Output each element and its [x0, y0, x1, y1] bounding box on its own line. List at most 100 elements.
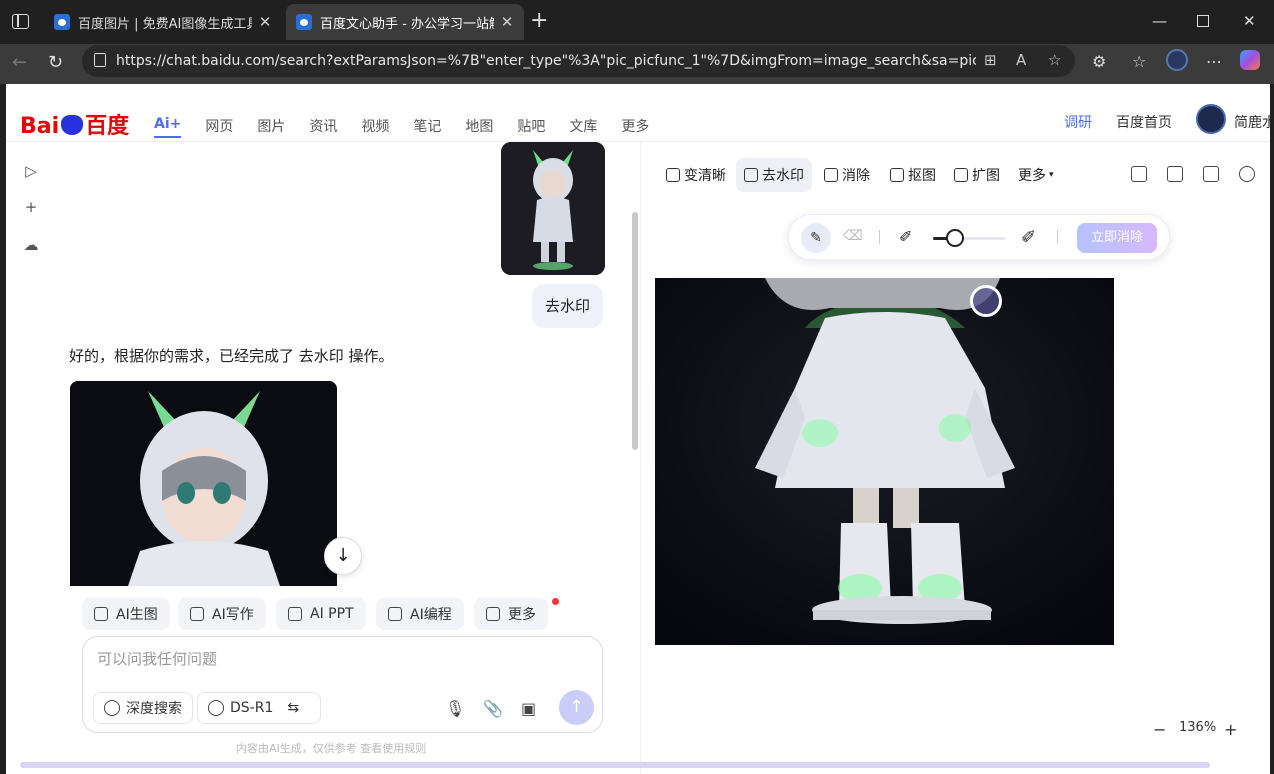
tool-enhance[interactable]: 变清晰	[666, 158, 726, 192]
profile-avatar[interactable]	[1166, 49, 1188, 71]
watermark-icon	[744, 168, 758, 182]
tool-watermark-remove[interactable]: 去水印	[736, 158, 812, 192]
web-page: Bai 百度 Ai+ 网页 图片 资讯 视频 笔记 地图 贴吧 文库 更多 调研 …	[6, 84, 1270, 774]
nav-notes[interactable]: 笔记	[413, 116, 441, 138]
panel-divider[interactable]	[640, 142, 641, 774]
survey-link[interactable]: 调研	[1064, 112, 1092, 132]
nav-tieba[interactable]: 贴吧	[517, 116, 545, 138]
favorite-star-icon[interactable]: ☆	[1048, 51, 1061, 69]
deep-search-toggle[interactable]: 深度搜索	[93, 692, 193, 724]
brush-size-slider[interactable]	[933, 229, 1005, 247]
zoom-out-icon[interactable]: −	[1153, 720, 1166, 739]
tool-cutout[interactable]: 抠图	[890, 158, 936, 192]
zoom-in-icon[interactable]: +	[1224, 720, 1237, 739]
result-image[interactable]	[70, 381, 337, 586]
favorites-icon[interactable]: ☆	[1132, 52, 1146, 71]
user-message-bubble: 去水印	[532, 284, 604, 328]
page-horizontal-scrollbar[interactable]	[20, 762, 1210, 768]
tab-close-icon[interactable]: ✕	[258, 13, 272, 31]
scroll-down-button[interactable]: ↓	[324, 537, 362, 575]
model-selector[interactable]: DS-R1 ⇆	[197, 692, 321, 724]
tab-actions-icon[interactable]	[12, 14, 29, 29]
send-button[interactable]: ↑	[559, 690, 594, 725]
nav-map[interactable]: 地图	[465, 116, 493, 138]
nav-news[interactable]: 资讯	[309, 116, 337, 138]
baidu-logo[interactable]: Bai 百度	[20, 108, 129, 140]
hd-icon	[666, 168, 680, 182]
read-aloud-icon[interactable]: A	[1016, 51, 1026, 69]
nav-video[interactable]: 视频	[361, 116, 389, 138]
attachment-icon[interactable]: 📎	[483, 699, 503, 718]
cloud-icon[interactable]: ☁	[22, 236, 40, 254]
tool-expand[interactable]: 扩图	[954, 158, 1000, 192]
nav-more[interactable]: 更多	[621, 116, 649, 138]
download-icon[interactable]	[1167, 166, 1183, 182]
nav-images[interactable]: 图片	[257, 116, 285, 138]
code-icon	[388, 607, 402, 621]
uploaded-image-thumbnail[interactable]	[501, 142, 605, 275]
microphone-icon[interactable]: 🎙	[445, 699, 465, 718]
ai-disclaimer: 内容由AI生成，仅供参考 查看使用规则	[236, 742, 427, 755]
baidu-home-link[interactable]: 百度首页	[1116, 112, 1172, 132]
new-tab-icon[interactable]: +	[530, 10, 548, 32]
more-actions-button[interactable]: 更多	[474, 598, 548, 630]
small-brush-icon: ✐	[899, 227, 913, 246]
address-bar[interactable]: https://chat.baidu.com/search?extParamsJ…	[82, 45, 1075, 77]
chat-input-placeholder[interactable]: 可以问我任何问题	[97, 648, 217, 669]
tool-erase[interactable]: 消除	[824, 158, 870, 192]
back-icon[interactable]: ←	[12, 52, 27, 74]
image-icon	[94, 607, 108, 621]
extensions-icon[interactable]: ⚙	[1092, 52, 1106, 71]
ai-coding-button[interactable]: AI编程	[376, 598, 464, 630]
nav-ai[interactable]: Ai+	[154, 116, 182, 138]
tab-title: 百度文心助手 - 办公学习一站解决	[320, 16, 494, 32]
brush-tool-icon[interactable]: ✎	[801, 223, 831, 253]
upload-icon[interactable]	[1239, 166, 1255, 182]
ai-ppt-button[interactable]: AI PPT	[276, 598, 366, 630]
baidu-favicon-icon	[54, 14, 70, 30]
eliminate-now-button[interactable]: 立即消除	[1077, 223, 1157, 253]
chat-input-box[interactable]: 可以问我任何问题 深度搜索 DS-R1 ⇆ 🎙 📎 ▣ ↑	[82, 636, 603, 733]
nav-web[interactable]: 网页	[205, 116, 233, 138]
assistant-reply: 好的，根据你的需求，已经完成了 去水印 操作。	[69, 347, 394, 365]
brush-cursor	[970, 285, 1002, 317]
maximize-icon[interactable]	[1197, 15, 1209, 27]
grid-icon	[486, 607, 500, 621]
refresh-icon[interactable]: ↻	[48, 52, 63, 74]
more-menu-icon[interactable]: ⋯	[1206, 52, 1222, 71]
cutout-icon	[890, 168, 904, 182]
edit-canvas[interactable]	[655, 278, 1114, 645]
user-name[interactable]: 简鹿水	[1234, 112, 1270, 132]
site-header: Bai 百度 Ai+ 网页 图片 资讯 视频 笔记 地图 贴吧 文库 更多 调研 …	[6, 84, 1270, 142]
copy-icon[interactable]	[1203, 166, 1219, 182]
minimize-icon[interactable]: —	[1152, 12, 1167, 30]
tab-title: 百度图片 | 免费AI图像生成工具与	[78, 16, 252, 32]
slider-knob[interactable]	[945, 229, 964, 247]
window-close-icon[interactable]: ✕	[1243, 12, 1256, 30]
tab-close-icon[interactable]: ✕	[500, 13, 514, 31]
user-avatar[interactable]	[1196, 104, 1226, 134]
eraser-tool-icon[interactable]: ⌫	[843, 228, 863, 244]
deep-search-icon	[104, 700, 120, 716]
caret-down-icon: ▾	[1049, 170, 1054, 180]
browser-tab-2[interactable]: 百度文心助手 - 办公学习一站解决 ✕	[286, 4, 524, 40]
app-available-icon[interactable]: ⊞	[984, 51, 997, 69]
brush-toolbar: ✎ ⌫ ✐ ✐ 立即消除	[788, 214, 1170, 260]
sidebar-toggle-icon[interactable]: ▷	[22, 162, 40, 180]
chat-scrollbar[interactable]	[632, 212, 638, 450]
pen-icon	[190, 607, 204, 621]
browser-tab-1[interactable]: 百度图片 | 免费AI图像生成工具与 ✕	[44, 4, 282, 40]
new-chat-icon[interactable]: +	[22, 198, 40, 216]
switch-icon[interactable]: ⇆	[287, 700, 299, 716]
ai-image-button[interactable]: AI生图	[82, 598, 170, 630]
lock-icon	[94, 53, 106, 67]
image-upload-icon[interactable]: ▣	[521, 699, 536, 718]
whale-icon	[208, 700, 224, 716]
play-icon[interactable]	[1131, 166, 1147, 182]
tool-more[interactable]: 更多 ▾	[1018, 158, 1054, 192]
eraser-icon	[824, 168, 838, 182]
ai-writing-button[interactable]: AI写作	[178, 598, 266, 630]
nav-wenku[interactable]: 文库	[569, 116, 597, 138]
copilot-icon[interactable]	[1240, 50, 1260, 70]
url-text: https://chat.baidu.com/search?extParamsJ…	[116, 53, 976, 69]
